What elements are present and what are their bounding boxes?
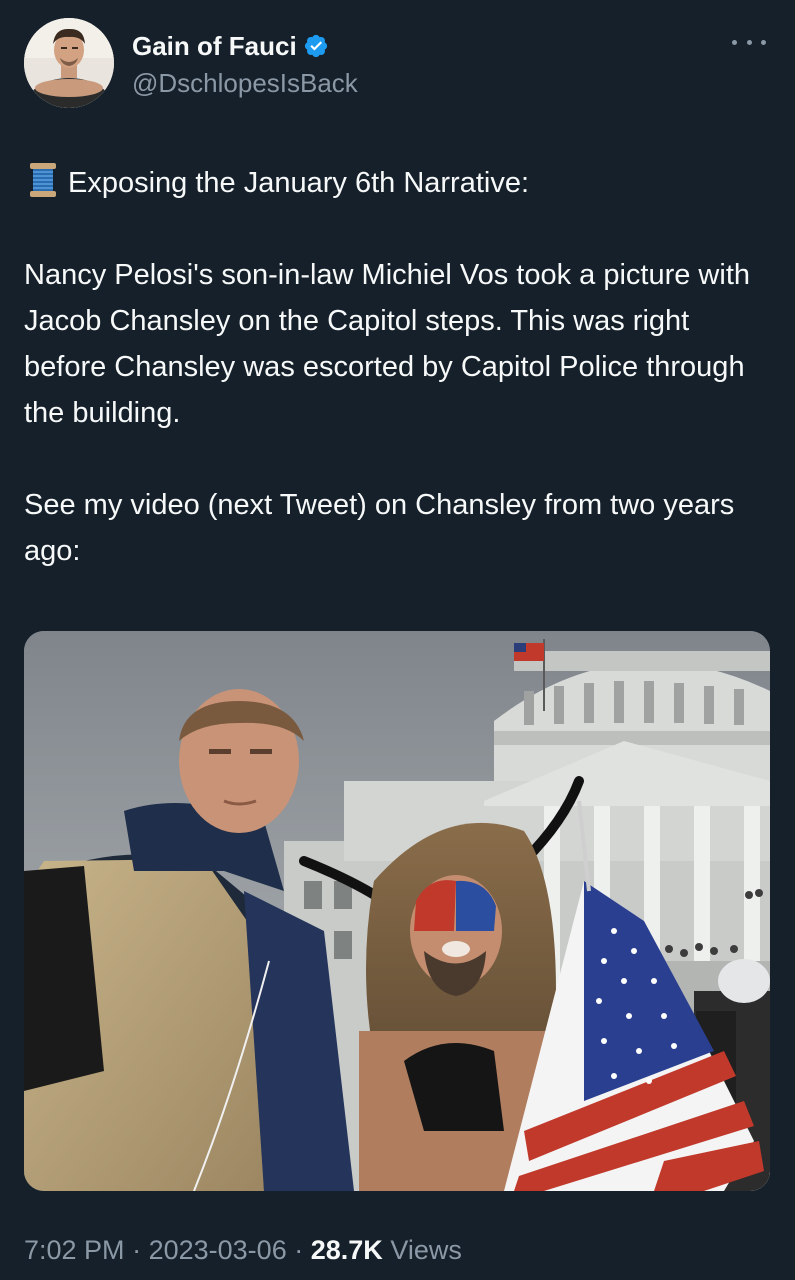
name-row: Gain of Fauci [132,28,358,64]
tweet-paragraph-2: See my video (next Tweet) on Chansley fr… [24,489,735,567]
meta-separator: · [132,1235,142,1265]
verified-badge-icon [303,33,329,59]
tweet-headline-line: Exposing the January 6th Narrative: [24,160,774,206]
tweet-time[interactable]: 7:02 PM [24,1235,125,1265]
tweet-photo[interactable] [24,631,770,1191]
tweet-paragraph-1: Nancy Pelosi's son-in-law Michiel Vos to… [24,259,751,429]
capitol-selfie-photo [24,631,770,1191]
tweet-date[interactable]: 2023-03-06 [149,1235,287,1265]
spool-of-thread-emoji [28,162,58,198]
meta-separator: · [294,1235,304,1265]
tweet-headline: Exposing the January 6th Narrative: [68,167,530,199]
more-dot-icon [761,39,766,45]
author-avatar[interactable] [24,18,114,108]
tweet-body: Exposing the January 6th Narrative: Nanc… [24,160,774,574]
author-handle[interactable]: @DschlopesIsBack [132,66,358,100]
author-display-name[interactable]: Gain of Fauci [132,28,297,64]
avatar-image [24,18,114,108]
tweet-header: Gain of Fauci @DschlopesIsBack [24,18,774,110]
views-label: Views [390,1235,462,1265]
more-options-button[interactable] [732,32,766,52]
author-block: Gain of Fauci @DschlopesIsBack [132,28,358,100]
views-count: 28.7K [310,1235,383,1265]
tweet-meta: 7:02 PM · 2023-03-06 · 28.7K Views [24,1232,462,1268]
more-dot-icon [732,39,737,45]
more-dot-icon [746,39,752,45]
